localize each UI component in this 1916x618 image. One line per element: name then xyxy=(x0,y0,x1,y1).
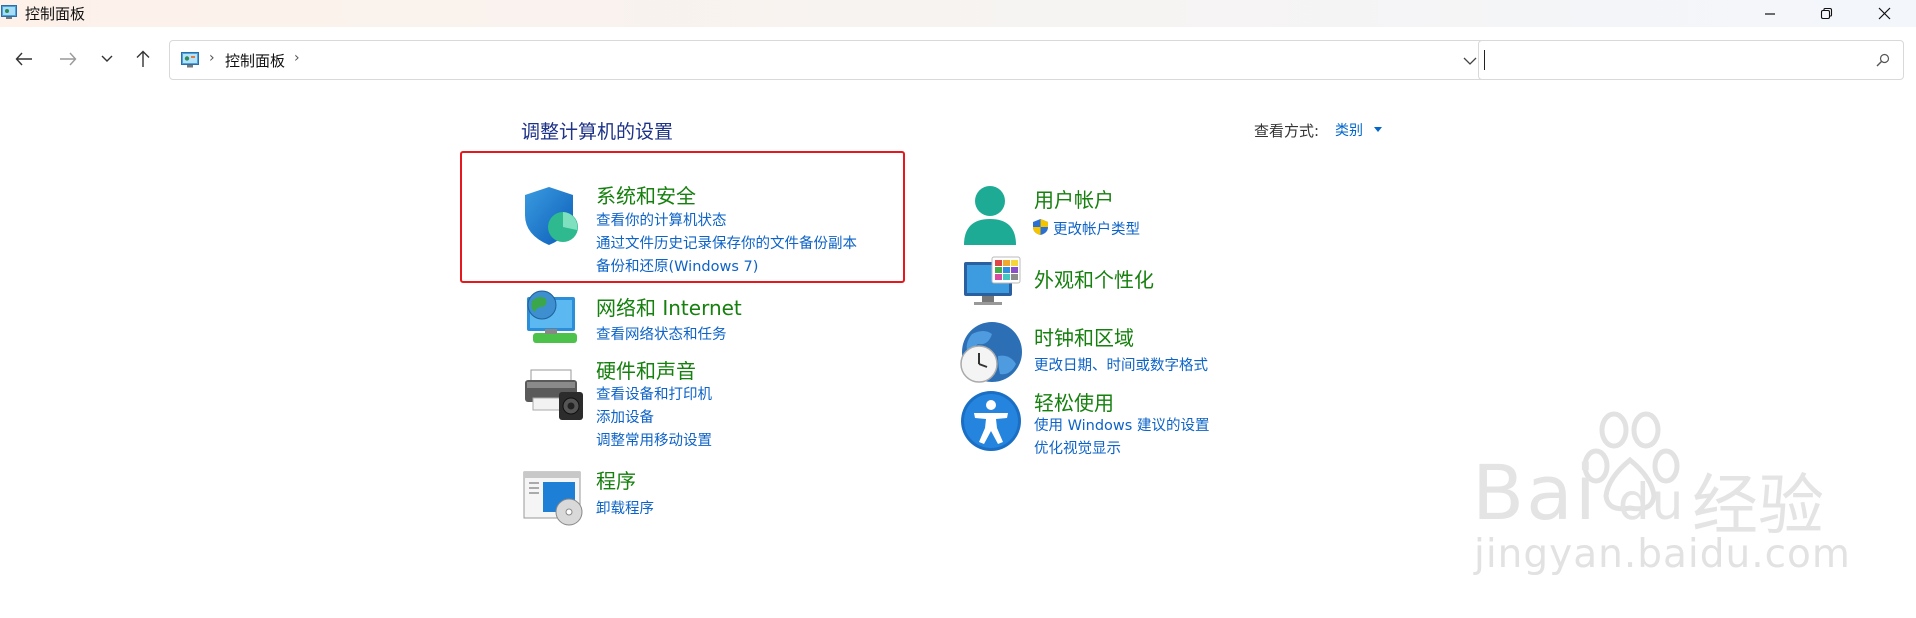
link-mobility-settings[interactable]: 调整常用移动设置 xyxy=(596,429,712,450)
printer-icon[interactable] xyxy=(523,368,585,426)
watermark-logo-text: Bai du xyxy=(1472,448,1686,537)
breadcrumb-separator[interactable]: › xyxy=(209,50,215,66)
watermark-url: jingyan.baidu.com xyxy=(1474,532,1851,577)
clock-globe-icon[interactable] xyxy=(958,320,1022,390)
category-user-accounts[interactable]: 用户帐户 xyxy=(1034,184,1114,213)
programs-icon[interactable] xyxy=(523,470,585,530)
restore-button[interactable] xyxy=(1803,0,1849,27)
link-change-date-time-format[interactable]: 更改日期、时间或数字格式 xyxy=(1034,354,1208,375)
arrow-left-icon xyxy=(15,52,32,66)
monitor-palette-icon[interactable] xyxy=(962,256,1022,312)
link-add-device[interactable]: 添加设备 xyxy=(596,406,654,427)
user-icon[interactable] xyxy=(962,185,1018,251)
control-panel-icon xyxy=(1,4,17,19)
window-title: 控制面板 xyxy=(25,5,86,23)
category-clock-region[interactable]: 时钟和区域 xyxy=(1034,322,1134,351)
view-by-label: 查看方式: xyxy=(1254,122,1320,140)
accessibility-icon[interactable] xyxy=(960,390,1022,456)
forward-button[interactable] xyxy=(55,46,81,72)
view-by-dropdown[interactable]: 类别 xyxy=(1335,120,1363,140)
category-ease-of-access[interactable]: 轻松使用 xyxy=(1034,387,1114,416)
title-bar: 控制面板 xyxy=(0,0,1916,27)
breadcrumb-control-panel[interactable]: 控制面板 xyxy=(225,50,285,71)
link-file-history[interactable]: 通过文件历史记录保存你的文件备份副本 xyxy=(596,232,857,253)
category-appearance-personalization[interactable]: 外观和个性化 xyxy=(1034,264,1154,293)
link-view-computer-status[interactable]: 查看你的计算机状态 xyxy=(596,209,727,230)
minimize-button[interactable] xyxy=(1747,0,1793,27)
address-dropdown-button[interactable] xyxy=(1463,51,1477,75)
link-uninstall-program[interactable]: 卸载程序 xyxy=(596,497,654,518)
link-backup-restore[interactable]: 备份和还原(Windows 7) xyxy=(596,255,758,276)
link-network-status[interactable]: 查看网络状态和任务 xyxy=(596,323,727,344)
minimize-icon xyxy=(1765,12,1775,15)
chevron-down-icon xyxy=(1463,57,1477,65)
link-devices-printers[interactable]: 查看设备和打印机 xyxy=(596,383,712,404)
link-change-account-type[interactable]: 更改帐户类型 xyxy=(1053,218,1140,239)
category-programs[interactable]: 程序 xyxy=(596,465,636,494)
recent-locations-button[interactable] xyxy=(94,46,120,72)
uac-shield-icon xyxy=(1032,218,1049,240)
text-caret xyxy=(1484,50,1485,70)
link-windows-suggested-settings[interactable]: 使用 Windows 建议的设置 xyxy=(1034,414,1209,435)
link-optimize-visual-display[interactable]: 优化视觉显示 xyxy=(1034,437,1121,458)
dropdown-arrow-icon[interactable] xyxy=(1374,127,1382,132)
back-button[interactable] xyxy=(11,46,37,72)
close-button[interactable] xyxy=(1861,0,1907,27)
search-icon[interactable] xyxy=(1876,52,1890,71)
shield-icon[interactable] xyxy=(523,185,583,251)
category-network-internet[interactable]: 网络和 Internet xyxy=(596,292,742,321)
arrow-right-icon xyxy=(60,52,77,66)
address-bar[interactable]: › 控制面板 › xyxy=(169,40,1530,80)
arrow-up-icon xyxy=(136,50,150,67)
page-title: 调整计算机的设置 xyxy=(521,121,674,143)
control-panel-icon xyxy=(181,52,199,68)
category-hardware-sound[interactable]: 硬件和声音 xyxy=(596,355,696,384)
network-globe-icon[interactable] xyxy=(523,289,583,353)
close-icon xyxy=(1878,7,1890,20)
breadcrumb-separator[interactable]: › xyxy=(294,50,300,66)
chevron-down-icon xyxy=(101,55,113,62)
restore-icon xyxy=(1820,7,1832,20)
category-system-security[interactable]: 系统和安全 xyxy=(596,180,696,209)
up-button[interactable] xyxy=(130,46,156,72)
search-input[interactable] xyxy=(1478,40,1904,80)
